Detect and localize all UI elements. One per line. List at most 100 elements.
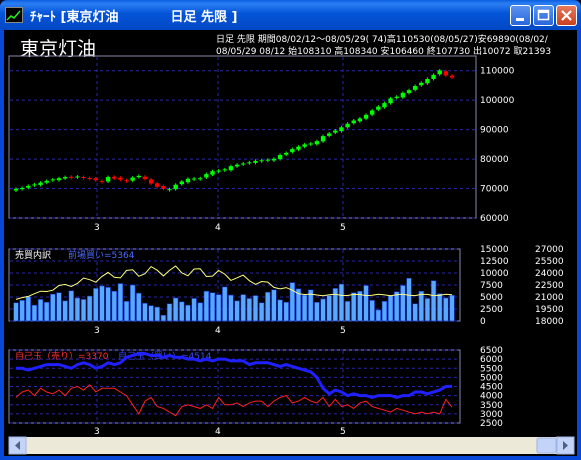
price-candle bbox=[93, 178, 99, 181]
price-candle bbox=[99, 181, 105, 183]
position-y-tick-label: 2500 bbox=[480, 419, 503, 429]
close-button[interactable] bbox=[556, 5, 577, 26]
price-candle bbox=[388, 98, 393, 104]
volume-bar bbox=[369, 300, 375, 322]
price-candle bbox=[87, 177, 92, 179]
volume-bar bbox=[222, 286, 228, 322]
volume-bar bbox=[203, 290, 210, 322]
open-interest-y-tick-label: 18000 bbox=[535, 317, 564, 327]
position-chart[interactable]: 自己玉（売り）=3370 自己玉（買い）=4514 65006000550050… bbox=[8, 346, 503, 437]
volume-bar bbox=[449, 294, 455, 322]
window-frame-right[interactable] bbox=[577, 30, 581, 460]
position-x-axis: 3 4 5 bbox=[94, 427, 346, 437]
volume-bar bbox=[50, 293, 56, 322]
volume-bar bbox=[68, 290, 74, 322]
price-x-tick-label: 5 bbox=[340, 223, 346, 233]
maximize-button[interactable] bbox=[533, 5, 554, 26]
volume-bar bbox=[197, 302, 203, 322]
price-candle bbox=[308, 143, 313, 145]
volume-bar bbox=[111, 290, 117, 322]
open-interest-y-tick-label: 25500 bbox=[535, 257, 564, 267]
price-candle bbox=[161, 185, 166, 189]
price-y-tick-label: 70000 bbox=[480, 185, 509, 195]
volume-bar bbox=[326, 295, 332, 322]
volume-bar bbox=[344, 301, 351, 322]
price-candle bbox=[425, 78, 430, 84]
price-candle bbox=[26, 185, 31, 188]
volume-y-tick-label: 10000 bbox=[480, 269, 509, 279]
price-candles bbox=[13, 68, 455, 193]
price-candle bbox=[185, 178, 191, 183]
window-frame-bottom[interactable] bbox=[0, 456, 581, 460]
price-candle bbox=[32, 184, 37, 186]
position-x-tick-label: 5 bbox=[340, 427, 346, 437]
price-candle bbox=[62, 177, 68, 179]
volume-bar bbox=[179, 301, 185, 322]
volume-bar bbox=[443, 297, 449, 322]
volume-bar bbox=[314, 301, 320, 322]
volume-bar bbox=[99, 285, 105, 322]
volume-bar bbox=[117, 283, 124, 322]
price-chart[interactable]: 110000 100000 90000 80000 70000 60000 3 4 5 bbox=[8, 55, 515, 233]
open-interest-y-tick-label: 24000 bbox=[535, 269, 564, 279]
volume-y-tick-label: 5000 bbox=[480, 293, 503, 303]
open-interest-y-tick-label: 21000 bbox=[535, 293, 564, 303]
price-candle bbox=[75, 176, 80, 178]
minimize-icon bbox=[516, 18, 524, 21]
volume-bar bbox=[160, 314, 167, 322]
position-y-axis: 650060005500500045004000350030002500 bbox=[480, 346, 503, 429]
price-candle bbox=[13, 188, 19, 191]
price-candle bbox=[296, 146, 301, 150]
price-candle bbox=[326, 133, 332, 136]
volume-bar bbox=[154, 306, 160, 322]
volume-x-tick-label: 4 bbox=[215, 326, 221, 336]
volume-bar bbox=[381, 301, 388, 322]
volume-y-tick-label: 2500 bbox=[480, 305, 503, 315]
volume-bar bbox=[56, 292, 62, 322]
volume-bar bbox=[252, 295, 259, 322]
price-candle bbox=[419, 82, 424, 86]
scroll-thumb[interactable] bbox=[536, 437, 557, 454]
volume-chart[interactable]: 売買内訳 前場買い=5364 15000 27000 12500 25500 10000… bbox=[8, 245, 564, 336]
volume-bar bbox=[123, 301, 130, 322]
volume-bar bbox=[234, 300, 240, 322]
volume-bar bbox=[271, 289, 277, 322]
volume-bar bbox=[265, 291, 271, 322]
volume-bar bbox=[412, 303, 418, 322]
volume-bar bbox=[400, 285, 406, 322]
volume-bar bbox=[240, 294, 246, 322]
sell-position-label: 自己玉（売り）=3370 bbox=[15, 350, 109, 362]
window-title: ﾁｬｰﾄ [東京灯油 日足 先限 ] bbox=[30, 10, 238, 25]
volume-bar bbox=[129, 284, 136, 322]
volume-panel-label: 売買内訳 bbox=[15, 249, 51, 261]
minimize-button[interactable] bbox=[510, 5, 531, 26]
volume-bar bbox=[228, 294, 234, 322]
price-candle bbox=[265, 159, 270, 161]
volume-bar bbox=[74, 297, 81, 322]
price-candle bbox=[290, 149, 295, 153]
price-candle bbox=[271, 158, 277, 161]
volume-y-tick-label: 7500 bbox=[480, 281, 503, 291]
price-candle bbox=[345, 123, 350, 128]
price-candle bbox=[314, 141, 320, 145]
position-x-tick-label: 3 bbox=[94, 427, 100, 437]
price-candle bbox=[259, 160, 264, 162]
open-interest-y-tick-label: 19500 bbox=[535, 305, 564, 315]
price-candle bbox=[167, 189, 172, 191]
price-candle bbox=[228, 166, 234, 171]
price-candle bbox=[443, 71, 449, 76]
scrollbar-track[interactable] bbox=[9, 437, 574, 454]
price-candle bbox=[69, 176, 74, 178]
maximize-icon bbox=[537, 9, 550, 21]
volume-bar bbox=[31, 304, 38, 322]
horizontal-scrollbar[interactable] bbox=[8, 436, 575, 455]
volume-bar bbox=[301, 294, 308, 322]
title-bar[interactable]: ﾁｬｰﾄ [東京灯油 日足 先限 ] bbox=[0, 0, 581, 30]
open-interest-line-path bbox=[15, 265, 453, 300]
price-candle bbox=[130, 177, 135, 181]
price-candle bbox=[204, 174, 209, 178]
price-candle bbox=[277, 154, 283, 160]
volume-bar bbox=[62, 300, 68, 322]
volume-bar bbox=[80, 299, 87, 322]
volume-bar bbox=[338, 283, 345, 322]
